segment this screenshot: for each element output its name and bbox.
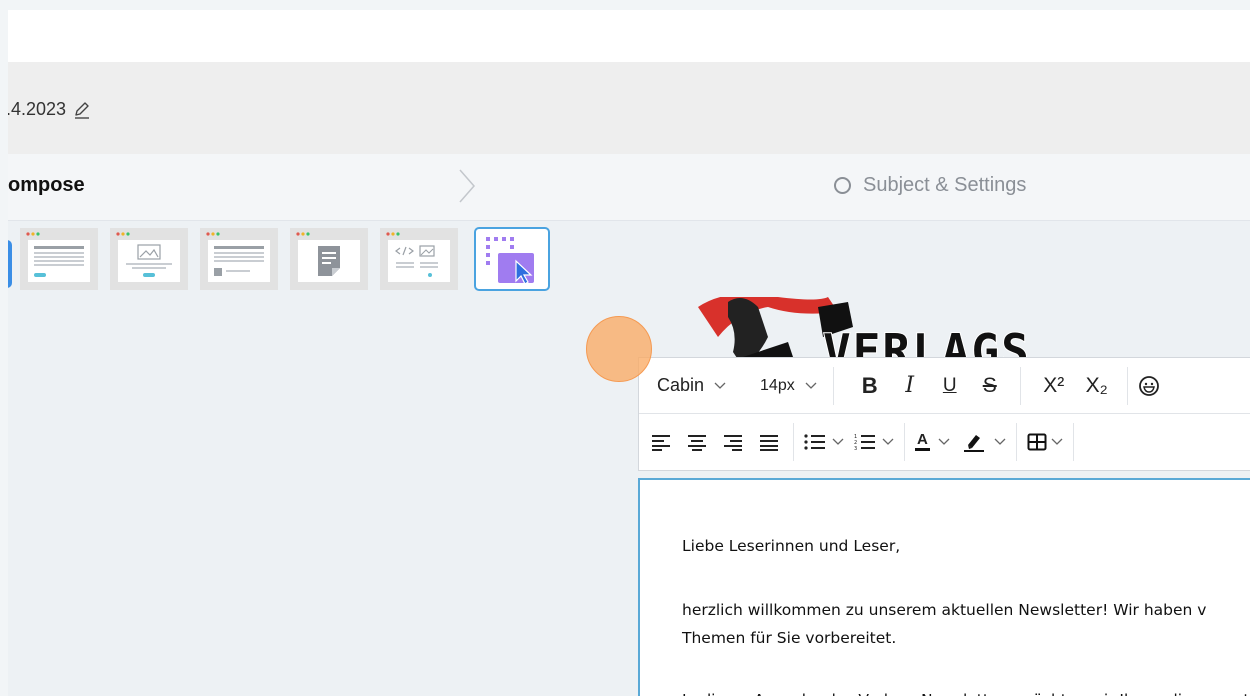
block-text-and-image[interactable] bbox=[200, 228, 278, 290]
font-family-select[interactable]: Cabin bbox=[657, 358, 726, 413]
chevron-down-icon bbox=[805, 382, 817, 389]
highlighter-icon bbox=[963, 434, 984, 452]
table-dropdown[interactable] bbox=[1027, 414, 1063, 469]
block-image-with-button[interactable] bbox=[110, 228, 188, 290]
window-dots-icon bbox=[386, 232, 400, 236]
toolbar-separator bbox=[904, 422, 905, 461]
campaign-header: .4.2023 bbox=[8, 62, 1250, 154]
window-dots-icon bbox=[206, 232, 220, 236]
font-size-value: 14px bbox=[760, 376, 795, 394]
chevron-down-icon bbox=[938, 438, 950, 445]
app-frame: .4.2023 ompose Subject & Settings VERLAG… bbox=[8, 10, 1250, 696]
highlight-color-dropdown[interactable] bbox=[962, 414, 1006, 469]
svg-text:3: 3 bbox=[854, 446, 857, 451]
chevron-down-icon bbox=[714, 382, 726, 389]
steps-navigation: ompose Subject & Settings bbox=[8, 154, 1250, 221]
custom-block-cursor-icon bbox=[486, 237, 534, 285]
toolbar-row-1: Cabin 14px B I U S X² X₂ bbox=[639, 358, 1250, 414]
toolbar-row-2: 123 A bbox=[639, 414, 1250, 469]
editor-paragraph-line-3: In dieser Ausgabe des Verlags-Newsletter… bbox=[682, 686, 1250, 696]
window-dots-icon bbox=[296, 232, 310, 236]
bullet-list-icon bbox=[804, 433, 825, 450]
toolbar-separator bbox=[1126, 366, 1128, 405]
underline-button[interactable]: U bbox=[930, 358, 970, 413]
align-justify-icon[interactable] bbox=[759, 433, 779, 451]
text-with-button-icon bbox=[34, 246, 84, 277]
block-html-code[interactable] bbox=[380, 228, 458, 290]
rich-text-editor[interactable]: Liebe Leserinnen und Leser, herzlich wil… bbox=[638, 478, 1250, 696]
step-subject-settings[interactable]: Subject & Settings bbox=[834, 174, 1026, 197]
align-center-icon[interactable] bbox=[687, 433, 707, 451]
chevron-down-icon bbox=[1051, 438, 1063, 445]
block-bar-edge-tab[interactable] bbox=[8, 240, 12, 288]
bold-button[interactable]: B bbox=[850, 358, 890, 413]
chevron-down-icon bbox=[882, 438, 894, 445]
window-dots-icon bbox=[26, 232, 40, 236]
toolbar-separator bbox=[1015, 422, 1017, 461]
window-dots-icon bbox=[116, 232, 130, 236]
font-family-value: Cabin bbox=[657, 375, 705, 395]
toolbar-separator bbox=[1072, 422, 1074, 461]
numbered-list-dropdown[interactable]: 123 bbox=[854, 414, 894, 469]
toolbar-separator bbox=[832, 366, 834, 405]
editor-paragraph-line-2: Themen für Sie vorbereitet. bbox=[682, 629, 897, 647]
superscript-button[interactable]: X² bbox=[1031, 358, 1077, 413]
chevron-down-icon bbox=[994, 438, 1006, 445]
italic-button[interactable]: I bbox=[890, 358, 930, 413]
toolbar-separator bbox=[1019, 366, 1021, 405]
top-bar bbox=[8, 10, 1250, 62]
strikethrough-button[interactable]: S bbox=[970, 358, 1010, 413]
editor-greeting: Liebe Leserinnen und Leser, bbox=[682, 537, 901, 555]
block-custom-selected[interactable] bbox=[474, 227, 550, 291]
subscript-button[interactable]: X₂ bbox=[1077, 358, 1117, 413]
editor-paragraph-line-1: herzlich willkommen zu unserem aktuellen… bbox=[682, 601, 1207, 619]
text-color-dropdown[interactable]: A bbox=[915, 414, 950, 469]
numbered-list-icon: 123 bbox=[854, 434, 875, 451]
align-right-icon[interactable] bbox=[723, 433, 743, 451]
note-icon bbox=[318, 246, 340, 276]
chevron-right-icon bbox=[459, 169, 475, 203]
toolbar-separator bbox=[793, 422, 794, 461]
pencil-edit-icon[interactable] bbox=[72, 100, 92, 120]
chevron-down-icon bbox=[832, 438, 844, 445]
radio-circle-icon bbox=[834, 177, 851, 194]
content-blocks-bar bbox=[8, 221, 1250, 298]
block-note[interactable] bbox=[290, 228, 368, 290]
html-code-icon bbox=[395, 245, 438, 277]
click-indicator bbox=[586, 316, 652, 382]
emoji-icon[interactable] bbox=[1138, 375, 1160, 397]
bullet-list-dropdown[interactable] bbox=[804, 414, 844, 469]
campaign-date-text: .4.2023 bbox=[8, 99, 67, 119]
text-color-icon: A bbox=[915, 432, 930, 451]
formatting-toolbar: Cabin 14px B I U S X² X₂ 1 2 3 A bbox=[638, 357, 1250, 471]
image-with-button-icon bbox=[126, 244, 172, 277]
text-and-image-icon bbox=[214, 246, 264, 276]
align-left-icon[interactable] bbox=[651, 433, 671, 451]
campaign-date: .4.2023 bbox=[8, 99, 92, 120]
block-text-with-button[interactable] bbox=[20, 228, 98, 290]
table-icon bbox=[1027, 433, 1047, 450]
step-compose[interactable]: ompose bbox=[8, 174, 85, 197]
font-size-select[interactable]: 14px bbox=[760, 358, 817, 413]
step-subject-settings-label: Subject & Settings bbox=[863, 174, 1027, 196]
